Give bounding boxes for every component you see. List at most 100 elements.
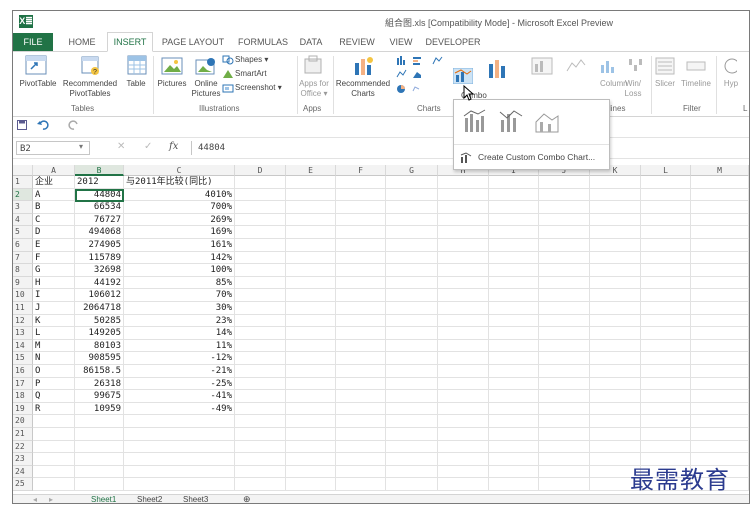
cell-b15[interactable]: 908595 xyxy=(75,352,124,365)
cell-k3[interactable] xyxy=(590,201,641,214)
cell-m5[interactable] xyxy=(691,226,749,239)
cell-d12[interactable] xyxy=(235,314,286,328)
cell-j25[interactable] xyxy=(539,478,590,491)
cell-k7[interactable] xyxy=(590,251,641,265)
recommended-charts-button[interactable]: Recommended Charts xyxy=(335,79,391,99)
cell-j10[interactable] xyxy=(539,289,590,302)
cell-b1[interactable]: 2012 xyxy=(75,176,124,189)
row-header[interactable]: 19 xyxy=(13,402,33,416)
cell-c15[interactable]: -12% xyxy=(124,352,235,365)
cell-m8[interactable] xyxy=(691,264,749,277)
row-header[interactable]: 10 xyxy=(13,289,33,302)
tab-formulas[interactable]: FORMULAS xyxy=(233,33,293,51)
cell-f2[interactable] xyxy=(336,188,386,202)
cell-c8[interactable]: 100% xyxy=(124,264,235,277)
cell-i16[interactable] xyxy=(489,365,539,378)
cell-g21[interactable] xyxy=(386,428,438,441)
cell-a24[interactable] xyxy=(33,465,75,479)
cell-i15[interactable] xyxy=(489,352,539,365)
row-header[interactable]: 13 xyxy=(13,327,33,340)
cell-i14[interactable] xyxy=(489,339,539,353)
cell-c13[interactable]: 14% xyxy=(124,327,235,340)
cell-j20[interactable] xyxy=(539,415,590,428)
cell-c18[interactable]: -41% xyxy=(124,390,235,403)
cell-e23[interactable] xyxy=(286,453,336,466)
cell-a1[interactable]: 企业 xyxy=(33,176,75,189)
column-header-e[interactable]: E xyxy=(286,165,336,176)
row-header[interactable]: 1 xyxy=(13,176,33,189)
cell-d25[interactable] xyxy=(235,478,286,491)
cell-j15[interactable] xyxy=(539,352,590,365)
cell-j2[interactable] xyxy=(539,188,590,202)
cell-l8[interactable] xyxy=(641,264,691,277)
cell-i11[interactable] xyxy=(489,302,539,315)
cell-h17[interactable] xyxy=(438,377,489,391)
cell-f12[interactable] xyxy=(336,314,386,328)
cell-j16[interactable] xyxy=(539,365,590,378)
cell-h22[interactable] xyxy=(438,440,489,454)
cell-j4[interactable] xyxy=(539,213,590,227)
cell-g23[interactable] xyxy=(386,453,438,466)
cell-a11[interactable]: J xyxy=(33,302,75,315)
column-header-f[interactable]: F xyxy=(336,165,386,176)
cell-c24[interactable] xyxy=(124,465,235,479)
cell-f7[interactable] xyxy=(336,251,386,265)
cell-h13[interactable] xyxy=(438,327,489,340)
cell-j23[interactable] xyxy=(539,453,590,466)
row-header[interactable]: 24 xyxy=(13,465,33,479)
cell-m6[interactable] xyxy=(691,239,749,252)
cell-a19[interactable]: R xyxy=(33,402,75,416)
cell-i17[interactable] xyxy=(489,377,539,391)
cell-a6[interactable]: E xyxy=(33,239,75,252)
cell-k9[interactable] xyxy=(590,276,641,290)
cell-i12[interactable] xyxy=(489,314,539,328)
row-header[interactable]: 22 xyxy=(13,440,33,454)
cell-j17[interactable] xyxy=(539,377,590,391)
enter-entry-icon[interactable]: ✓ xyxy=(144,141,152,152)
cell-e6[interactable] xyxy=(286,239,336,252)
cell-b19[interactable]: 10959 xyxy=(75,402,124,416)
cell-m21[interactable] xyxy=(691,428,749,441)
cell-b14[interactable]: 80103 xyxy=(75,339,124,353)
cell-k2[interactable] xyxy=(590,188,641,202)
cell-a10[interactable]: I xyxy=(33,289,75,302)
cell-g7[interactable] xyxy=(386,251,438,265)
cell-k20[interactable] xyxy=(590,415,641,428)
cell-j19[interactable] xyxy=(539,402,590,416)
row-header[interactable]: 6 xyxy=(13,239,33,252)
cell-g9[interactable] xyxy=(386,276,438,290)
cell-d7[interactable] xyxy=(235,251,286,265)
cell-b17[interactable]: 26318 xyxy=(75,377,124,391)
cell-g12[interactable] xyxy=(386,314,438,328)
cell-m11[interactable] xyxy=(691,302,749,315)
column-header-c[interactable]: C xyxy=(124,165,235,176)
cell-e24[interactable] xyxy=(286,465,336,479)
cell-m16[interactable] xyxy=(691,365,749,378)
cell-f10[interactable] xyxy=(336,289,386,302)
cell-d16[interactable] xyxy=(235,365,286,378)
cell-d24[interactable] xyxy=(235,465,286,479)
cell-b21[interactable] xyxy=(75,428,124,441)
cell-f21[interactable] xyxy=(336,428,386,441)
cell-g13[interactable] xyxy=(386,327,438,340)
cell-e14[interactable] xyxy=(286,339,336,353)
row-header[interactable]: 7 xyxy=(13,251,33,265)
cell-l22[interactable] xyxy=(641,440,691,454)
cell-l15[interactable] xyxy=(641,352,691,365)
cell-j5[interactable] xyxy=(539,226,590,239)
cell-c6[interactable]: 161% xyxy=(124,239,235,252)
cell-m20[interactable] xyxy=(691,415,749,428)
cell-f22[interactable] xyxy=(336,440,386,454)
cell-k5[interactable] xyxy=(590,226,641,239)
row-header[interactable]: 8 xyxy=(13,264,33,277)
cell-k11[interactable] xyxy=(590,302,641,315)
cell-d17[interactable] xyxy=(235,377,286,391)
cell-j14[interactable] xyxy=(539,339,590,353)
cell-l20[interactable] xyxy=(641,415,691,428)
cell-a23[interactable] xyxy=(33,453,75,466)
cell-f8[interactable] xyxy=(336,264,386,277)
cell-j12[interactable] xyxy=(539,314,590,328)
cell-c19[interactable]: -49% xyxy=(124,402,235,416)
cell-j1[interactable] xyxy=(539,176,590,189)
cell-f11[interactable] xyxy=(336,302,386,315)
